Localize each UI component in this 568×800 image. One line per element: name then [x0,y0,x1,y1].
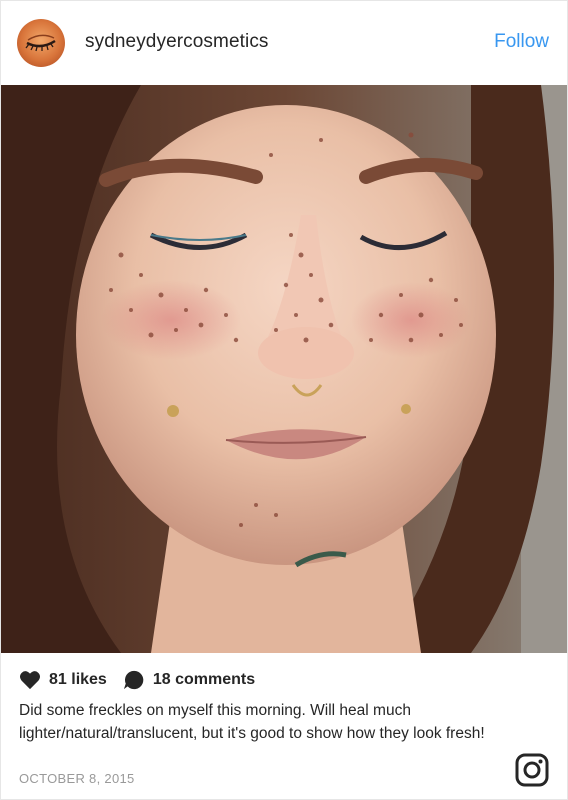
portrait-image [1,85,567,653]
post-header: sydneydyercosmetics Follow [1,1,567,85]
likes-count: 81 likes [49,671,107,688]
post-caption: Did some freckles on myself this morning… [19,702,485,742]
post-photo[interactable] [1,85,567,653]
comment-bubble-icon [123,670,144,690]
heart-icon [20,671,40,690]
instagram-embed-card: sydneydyercosmetics Follow 81 likes 18 c… [0,0,568,800]
username[interactable]: sydneydyercosmetics [85,31,269,53]
avatar-eye-icon [25,34,56,52]
follow-button[interactable]: Follow [494,31,549,53]
comments-count: 18 comments [152,671,256,688]
comments-stat[interactable]: 18 comments [123,669,255,691]
instagram-icon[interactable] [515,753,549,787]
post-footer: 81 likes 18 comments Did some freckles o… [1,653,567,799]
post-date[interactable]: OCTOBER 8, 2015 [19,771,135,786]
likes-stat[interactable]: 81 likes [19,670,107,690]
avatar[interactable] [17,19,65,67]
post-stats: 81 likes 18 comments [19,669,271,691]
